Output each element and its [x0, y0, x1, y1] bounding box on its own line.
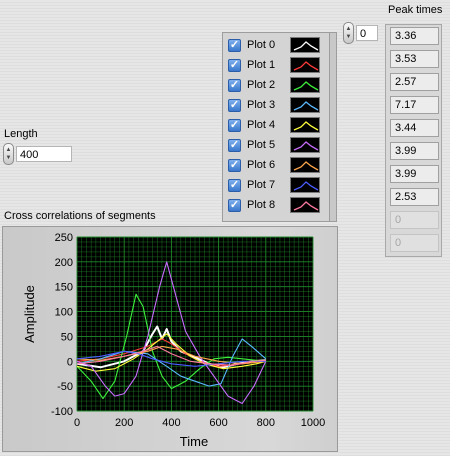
legend-item-label: Plot 1: [247, 59, 276, 71]
peak-time-cell[interactable]: 2.53: [390, 188, 439, 206]
plot-visible-checkbox[interactable]: ✓: [228, 58, 241, 72]
plot-visible-checkbox[interactable]: ✓: [228, 78, 241, 92]
line-style-swatch-icon[interactable]: [290, 97, 320, 113]
plot-visible-checkbox[interactable]: ✓: [228, 118, 241, 132]
peak-index-input[interactable]: 0: [356, 25, 378, 41]
legend-item-label: Plot 4: [247, 119, 276, 131]
line-style-swatch-icon[interactable]: [290, 177, 320, 193]
y-tick-label: 150: [55, 282, 73, 294]
y-tick-label: 50: [61, 331, 73, 343]
legend-item[interactable]: ✓ Plot 1: [228, 56, 332, 74]
increment-arrow-icon: ▲: [345, 26, 352, 32]
x-tick-label: 400: [162, 417, 180, 429]
legend-item-label: Plot 7: [247, 179, 276, 191]
peak-time-cell[interactable]: 3.44: [390, 119, 439, 137]
x-tick-label: 200: [115, 417, 133, 429]
line-style-swatch-icon[interactable]: [290, 117, 320, 133]
legend-item[interactable]: ✓ Plot 4: [228, 116, 332, 134]
legend-item-label: Plot 2: [247, 79, 276, 91]
peak-times-label: Peak times: [388, 4, 443, 16]
peak-index-spinner[interactable]: ▲ ▼: [343, 22, 354, 44]
length-control: ▲ ▼ 400: [3, 143, 72, 165]
legend-item-label: Plot 3: [247, 99, 276, 111]
length-input[interactable]: 400: [16, 146, 72, 162]
line-style-swatch-icon[interactable]: [290, 77, 320, 93]
peak-time-cell[interactable]: 3.99: [390, 165, 439, 183]
x-tick-label: 0: [74, 417, 80, 429]
legend-item-label: Plot 6: [247, 159, 276, 171]
legend-item[interactable]: ✓ Plot 3: [228, 96, 332, 114]
y-tick-label: -50: [57, 381, 73, 393]
peak-time-cell[interactable]: 0: [390, 211, 439, 229]
y-axis-label: Amplitude: [22, 285, 37, 343]
plot-visible-checkbox[interactable]: ✓: [228, 178, 241, 192]
line-style-swatch-icon[interactable]: [290, 137, 320, 153]
x-axis-label: Time: [180, 434, 208, 449]
graph-title: Cross correlations of segments: [4, 210, 156, 222]
legend-item-label: Plot 5: [247, 139, 276, 151]
peak-index-control: ▲ ▼ 0: [343, 22, 378, 44]
x-tick-label: 1000: [301, 417, 325, 429]
y-tick-label: 200: [55, 257, 73, 269]
peak-time-cell[interactable]: 3.36: [390, 27, 439, 45]
line-style-swatch-icon[interactable]: [290, 37, 320, 53]
legend-item[interactable]: ✓ Plot 0: [228, 36, 332, 54]
peak-time-cell[interactable]: 2.57: [390, 73, 439, 91]
plot-visible-checkbox[interactable]: ✓: [228, 98, 241, 112]
line-style-swatch-icon[interactable]: [290, 157, 320, 173]
plot-visible-checkbox[interactable]: ✓: [228, 158, 241, 172]
peak-time-cell[interactable]: 3.53: [390, 50, 439, 68]
legend-item[interactable]: ✓ Plot 5: [228, 136, 332, 154]
plot-visible-checkbox[interactable]: ✓: [228, 138, 241, 152]
y-tick-label: -100: [51, 406, 73, 418]
line-style-swatch-icon[interactable]: [290, 197, 320, 213]
increment-arrow-icon: ▲: [5, 147, 12, 153]
x-tick-label: 600: [209, 417, 227, 429]
decrement-arrow-icon: ▼: [345, 34, 352, 40]
length-label: Length: [4, 128, 38, 140]
y-tick-label: 250: [55, 232, 73, 244]
peak-time-cell[interactable]: 0: [390, 234, 439, 252]
legend-item[interactable]: ✓ Plot 6: [228, 156, 332, 174]
legend-item[interactable]: ✓ Plot 7: [228, 176, 332, 194]
peak-time-cell[interactable]: 7.17: [390, 96, 439, 114]
cross-correlation-chart[interactable]: 0 200 400 600 800 1000-100-50050100150200250 …: [0, 226, 340, 454]
plot-visible-checkbox[interactable]: ✓: [228, 198, 241, 212]
plot-visible-checkbox[interactable]: ✓: [228, 38, 241, 52]
legend-item-label: Plot 8: [247, 199, 276, 211]
peak-time-cell[interactable]: 3.99: [390, 142, 439, 160]
line-style-swatch-icon[interactable]: [290, 57, 320, 73]
decrement-arrow-icon: ▼: [5, 155, 12, 161]
legend-item-label: Plot 0: [247, 39, 276, 51]
legend-item[interactable]: ✓ Plot 8: [228, 196, 332, 214]
y-tick-label: 100: [55, 307, 73, 319]
x-tick-label: 800: [257, 417, 275, 429]
y-tick-label: 0: [67, 356, 73, 368]
length-spinner[interactable]: ▲ ▼: [3, 143, 14, 165]
legend-item[interactable]: ✓ Plot 2: [228, 76, 332, 94]
